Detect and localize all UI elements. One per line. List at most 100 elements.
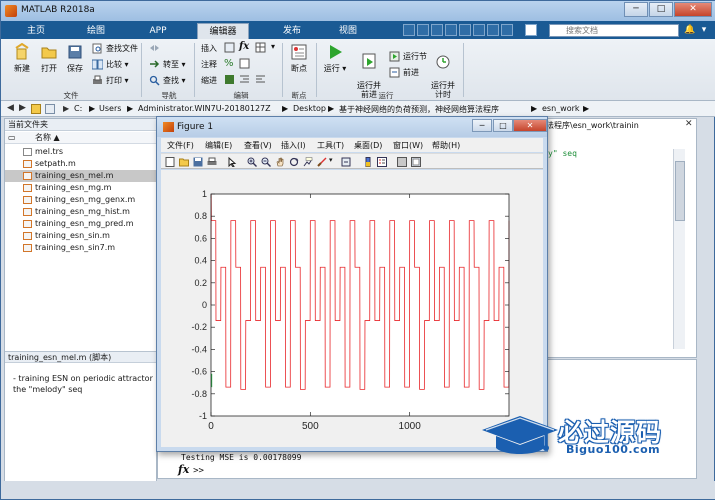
- figure-close-button[interactable]: ✕: [513, 119, 547, 132]
- show-plot-tools-icon[interactable]: [411, 157, 421, 167]
- menu-insert[interactable]: 插入(I): [281, 140, 306, 151]
- editor-close-icon[interactable]: ✕: [685, 119, 693, 129]
- advance-icon: [389, 67, 400, 78]
- group-label-navigate: 导航: [161, 91, 177, 100]
- menu-file[interactable]: 文件(F): [167, 140, 194, 151]
- paste-quick-icon[interactable]: [445, 24, 457, 36]
- new-figure-icon[interactable]: [165, 157, 175, 167]
- print-figure-icon[interactable]: [207, 157, 217, 167]
- link-plot-icon[interactable]: [341, 157, 351, 167]
- group-label-breakpoints: 断点: [291, 91, 307, 100]
- breadcrumb-esn-work[interactable]: esn_work: [542, 104, 580, 113]
- forward-arrow-icon[interactable]: ▶: [19, 103, 26, 113]
- zoom-in-icon[interactable]: [247, 157, 257, 167]
- editor-scrollbar[interactable]: [673, 149, 685, 349]
- menu-window[interactable]: 窗口(W): [393, 140, 423, 151]
- goto-button[interactable]: 转至 ▾: [149, 59, 186, 70]
- line-plot[interactable]: -1 -0.8 -0.6 -0.4 -0.2 0 0.2 0.4 0.6 0.8 1 0 500 1000: [161, 170, 543, 447]
- comment-button[interactable]: 注释: [201, 59, 217, 70]
- run-and-time-button[interactable]: 运行并 计时: [429, 43, 457, 99]
- back-arrow-icon[interactable]: ◀: [7, 103, 14, 113]
- hide-plot-tools-icon[interactable]: [397, 157, 407, 167]
- brush-icon[interactable]: [317, 157, 327, 167]
- indent-button[interactable]: 缩进: [201, 75, 217, 86]
- run-button[interactable]: 运行 ▾: [323, 43, 347, 74]
- compare-button[interactable]: 比较 ▾: [92, 59, 129, 70]
- watermark-url-text: Biguo100.com: [566, 443, 661, 456]
- tab-publish[interactable]: 发布: [273, 23, 311, 39]
- open-file-icon[interactable]: [179, 157, 189, 167]
- run-section-button[interactable]: 运行节: [389, 51, 427, 62]
- copy-quick-icon[interactable]: [431, 24, 443, 36]
- up-folder-icon[interactable]: [31, 104, 41, 114]
- tab-home[interactable]: 主页: [17, 23, 55, 39]
- file-list-item[interactable]: training_esn_mg_hist.m: [5, 206, 156, 218]
- insert-colorbar-icon[interactable]: [363, 157, 373, 167]
- file-list-item[interactable]: training_esn_mg_pred.m: [5, 218, 156, 230]
- print-button[interactable]: 打印 ▾: [92, 75, 129, 86]
- tab-editor[interactable]: 编辑器: [197, 23, 249, 39]
- tab-plots[interactable]: 绘图: [77, 23, 115, 39]
- menu-edit[interactable]: 编辑(E): [205, 140, 232, 151]
- breadcrumb-project-folder[interactable]: 基于神经网络的负荷预测，神经网络算法程序: [339, 104, 499, 115]
- minimize-button[interactable]: ─: [624, 2, 648, 17]
- file-list-item[interactable]: training_esn_mel.m: [5, 170, 156, 182]
- redo-quick-icon[interactable]: [473, 24, 485, 36]
- menu-tools[interactable]: 工具(T): [317, 140, 344, 151]
- breadcrumb-desktop[interactable]: Desktop: [293, 104, 326, 113]
- figure-minimize-button[interactable]: ─: [472, 119, 492, 132]
- breadcrumb-drive[interactable]: C:: [74, 104, 82, 113]
- save-quick-icon[interactable]: [403, 24, 415, 36]
- maximize-button[interactable]: □: [649, 2, 673, 17]
- pan-hand-icon[interactable]: [275, 157, 285, 167]
- open-button[interactable]: 打开: [38, 43, 60, 74]
- breakpoints-button[interactable]: 断点: [287, 43, 311, 74]
- notifications-icon[interactable]: 🔔: [683, 24, 697, 36]
- fx-button[interactable]: fx: [239, 41, 249, 52]
- search-docs-input[interactable]: 搜索文档: [549, 24, 679, 37]
- ribbon-collapse-icon[interactable]: ▾: [697, 24, 711, 36]
- insert-button[interactable]: 插入: [201, 43, 217, 54]
- cut-quick-icon[interactable]: [417, 24, 429, 36]
- community-icon[interactable]: [525, 24, 537, 36]
- ribbon-divider: [194, 43, 195, 97]
- browse-folder-icon[interactable]: [45, 104, 55, 114]
- brush-dropdown-icon[interactable]: ▾: [329, 156, 339, 166]
- zoom-out-icon[interactable]: [261, 157, 271, 167]
- advance-button[interactable]: 前进: [389, 67, 419, 78]
- file-list-item[interactable]: training_esn_sin7.m: [5, 242, 156, 254]
- edit-plot-arrow-icon[interactable]: [227, 157, 237, 167]
- figure-canvas[interactable]: -1 -0.8 -0.6 -0.4 -0.2 0 0.2 0.4 0.6 0.8 1 0 500 1000: [161, 170, 543, 447]
- tab-view[interactable]: 视图: [329, 23, 367, 39]
- file-list-item[interactable]: training_esn_mg_genx.m: [5, 194, 156, 206]
- file-list-item[interactable]: training_esn_mg.m: [5, 182, 156, 194]
- tab-apps[interactable]: APP: [139, 23, 177, 39]
- save-button[interactable]: 保存: [64, 43, 86, 74]
- insert-dropdown-icon[interactable]: ▾: [271, 42, 275, 51]
- m-file-icon: [23, 208, 32, 216]
- figure-maximize-button[interactable]: □: [493, 119, 513, 132]
- find-button[interactable]: 查找 ▾: [149, 75, 186, 86]
- save-figure-icon[interactable]: [193, 157, 203, 167]
- help-quick-icon[interactable]: [501, 24, 513, 36]
- rotate-3d-icon[interactable]: [289, 157, 299, 167]
- breadcrumb-users[interactable]: Users: [99, 104, 121, 113]
- name-column-header[interactable]: ▭ 名称 ▲: [5, 132, 156, 144]
- find-files-button[interactable]: 查找文件: [92, 43, 138, 54]
- menu-help[interactable]: 帮助(H): [432, 140, 460, 151]
- data-cursor-icon[interactable]: [303, 157, 313, 167]
- menu-desktop[interactable]: 桌面(D): [354, 140, 382, 151]
- switch-windows-icon[interactable]: [487, 24, 499, 36]
- file-list-item[interactable]: mel.trs: [5, 146, 156, 158]
- new-button[interactable]: 新建: [11, 43, 33, 74]
- insert-legend-icon[interactable]: [377, 157, 387, 167]
- breadcrumb-administrator[interactable]: Administrator.WIN7U-20180127Z: [138, 104, 271, 113]
- close-button[interactable]: ✕: [674, 2, 712, 17]
- file-list-item[interactable]: training_esn_sin.m: [5, 230, 156, 242]
- file-list-item[interactable]: setpath.m: [5, 158, 156, 170]
- percent-icon[interactable]: %: [224, 58, 234, 69]
- undo-quick-icon[interactable]: [459, 24, 471, 36]
- command-prompt[interactable]: fx >>: [178, 463, 204, 476]
- scrollbar-thumb[interactable]: [675, 161, 685, 221]
- menu-view[interactable]: 查看(V): [244, 140, 272, 151]
